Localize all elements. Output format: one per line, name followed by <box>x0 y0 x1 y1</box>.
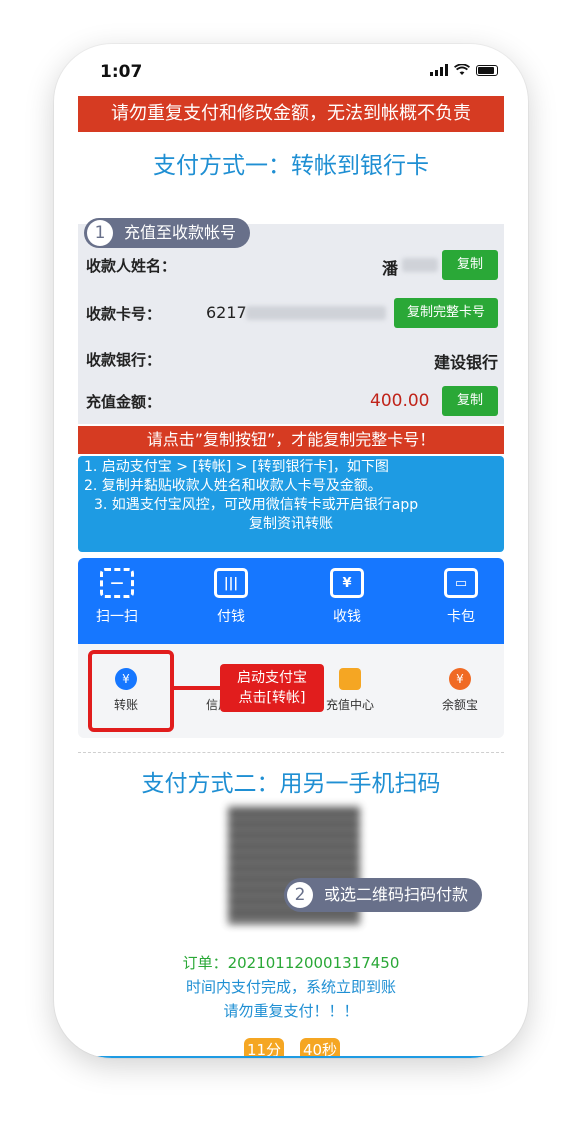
instruction-step-2: 2. 复制并黏贴收款人姓名和收款人卡号及金额。 <box>84 478 382 494</box>
step-one-label: 充值至收款帐号 <box>124 223 237 242</box>
alipay-receive-item: ¥ 收钱 <box>312 568 382 626</box>
bank-value: 建设银行 <box>433 353 498 372</box>
payee-name-row: 收款人姓名： 潘 复制 <box>78 248 504 282</box>
alipay-guide-image: — 扫一扫 ||| 付钱 ¥ 收钱 ▭ 卡包 ¥ 转账 充值中心 ¥ 余额宝 启… <box>78 558 504 738</box>
section-divider <box>78 752 504 753</box>
status-bar: 1:07 <box>54 44 528 94</box>
wifi-icon <box>454 64 470 75</box>
alipay-yuebao-item: ¥ 余额宝 <box>420 668 500 713</box>
alipay-receive-label: 收钱 <box>333 609 361 625</box>
card-number-row: 收款卡号： 6217 复制完整卡号 <box>78 296 504 330</box>
copy-amount-button[interactable]: 复制 <box>442 386 498 416</box>
alipay-scan-label: 扫一扫 <box>96 609 138 625</box>
bottom-bar <box>78 1056 504 1058</box>
bank-info-card: 1 充值至收款帐号 收款人姓名： 潘 复制 收款卡号： 6217 复制完整卡号 … <box>78 218 504 424</box>
step-two-bubble: 2 或选二维码扫码付款 <box>284 878 483 912</box>
alipay-pay-item: ||| 付钱 <box>196 568 266 626</box>
bank-row: 收款银行： 建设银行 <box>78 342 504 376</box>
copy-full-card-button[interactable]: 复制完整卡号 <box>394 298 498 328</box>
order-warning: 请勿重复支付！！！ <box>223 1002 359 1020</box>
bank-label: 收款银行： <box>86 351 162 369</box>
copy-name-button[interactable]: 复制 <box>442 250 498 280</box>
instruction-step-3-cont: 复制资讯转账 <box>249 516 333 532</box>
step-one-number: 1 <box>87 220 113 246</box>
callout-line-1: 启动支付宝 <box>237 670 307 686</box>
method-two-title: 支付方式二：用另一手机扫码 <box>141 771 441 797</box>
instructions-panel: 1. 启动支付宝 > [转帐] > [转到银行卡]，如下图 2. 复制并黏贴收款… <box>78 456 504 552</box>
alipay-cards-label: 卡包 <box>447 609 475 625</box>
alipay-scan-item: — 扫一扫 <box>82 568 152 626</box>
signal-icon <box>430 64 448 76</box>
step-one-bubble: 1 充值至收款帐号 <box>84 218 251 248</box>
step-two-label: 或选二维码扫码付款 <box>324 885 469 904</box>
timer-minutes: 11分 <box>244 1038 284 1058</box>
payee-name-label: 收款人姓名： <box>86 257 177 275</box>
transfer-highlight <box>88 650 174 732</box>
alipay-recharge-label: 充值中心 <box>325 698 374 712</box>
recharge-icon <box>339 668 361 690</box>
amount-label: 充值金额： <box>86 393 162 411</box>
card-wallet-icon: ▭ <box>444 568 478 598</box>
order-number: 订单：202101120001317450 <box>182 954 400 972</box>
warning-banner: 请勿重复支付和修改金额，无法到帐概不负责 <box>78 96 504 132</box>
timer-seconds: 40秒 <box>300 1038 340 1058</box>
pay-code-icon: ||| <box>214 568 248 598</box>
method-one-title: 支付方式一：转帐到银行卡 <box>153 153 429 179</box>
callout-line-2: 点击[转帐] <box>238 690 306 706</box>
alipay-pay-label: 付钱 <box>217 609 245 625</box>
instruction-step-3: 3. 如遇支付宝风控，可改用微信转卡或开启银行app <box>94 497 419 513</box>
yuebao-icon: ¥ <box>449 668 471 690</box>
alipay-callout: 启动支付宝 点击[转帐] <box>220 664 324 712</box>
callout-connector <box>174 686 220 690</box>
receive-money-icon: ¥ <box>330 568 364 598</box>
instruction-step-1: 1. 启动支付宝 > [转帐] > [转到银行卡]，如下图 <box>84 459 389 475</box>
amount-row: 充值金额： 400.00 复制 <box>78 384 504 418</box>
status-icons <box>430 64 498 76</box>
order-notice: 时间内支付完成，系统立即到账 <box>185 978 396 996</box>
copy-tip-banner: 请点击”复制按钮”，才能复制完整卡号！ <box>78 426 504 454</box>
alipay-cards-item: ▭ 卡包 <box>426 568 496 626</box>
status-time: 1:07 <box>100 62 143 82</box>
payment-screen: 请勿重复支付和修改金额，无法到帐概不负责 支付方式一：转帐到银行卡 1 充值至收… <box>78 96 504 1058</box>
payee-name-blur <box>402 258 438 272</box>
alipay-top-bar: — 扫一扫 ||| 付钱 ¥ 收钱 ▭ 卡包 <box>78 558 504 644</box>
payee-name-value: 潘 <box>382 259 399 278</box>
step-two-number: 2 <box>287 882 313 908</box>
card-number-value: 6217 <box>206 303 247 322</box>
battery-icon <box>476 64 498 76</box>
card-number-blur <box>246 306 386 320</box>
amount-value: 400.00 <box>370 391 430 411</box>
alipay-yuebao-label: 余额宝 <box>441 698 478 712</box>
scan-icon: — <box>100 568 134 598</box>
card-number-label: 收款卡号： <box>86 305 162 323</box>
phone-frame: 1:07 请勿重复支付和修改金额，无法到帐概不负责 支付方式一：转帐到银行卡 1… <box>54 44 528 1058</box>
